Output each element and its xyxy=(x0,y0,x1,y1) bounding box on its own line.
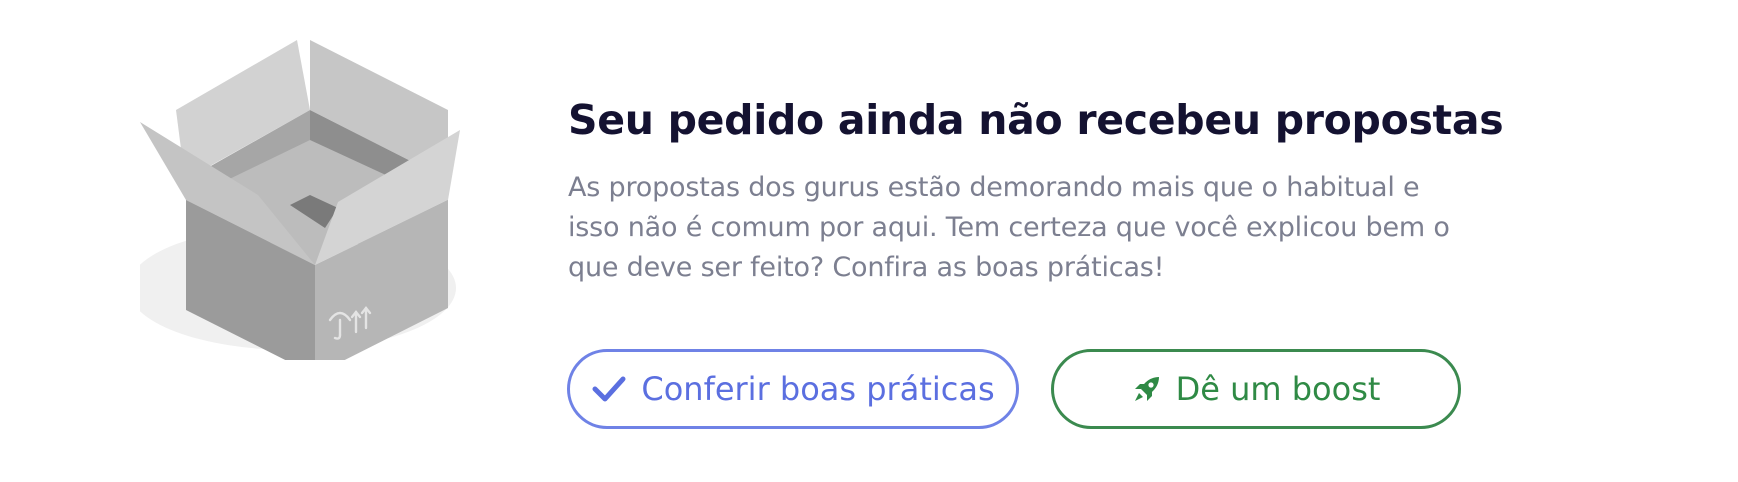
empty-state-panel: Seu pedido ainda não recebeu propostas A… xyxy=(0,0,1738,482)
empty-state-title: Seu pedido ainda não recebeu propostas xyxy=(568,96,1504,144)
empty-state-actions: Conferir boas práticas Dê um boost xyxy=(567,349,1461,429)
check-icon xyxy=(591,375,627,403)
best-practices-button-label: Conferir boas práticas xyxy=(641,370,995,408)
boost-button-label: Dê um boost xyxy=(1175,370,1381,408)
best-practices-button[interactable]: Conferir boas práticas xyxy=(567,349,1019,429)
empty-state-content: Seu pedido ainda não recebeu propostas A… xyxy=(568,92,1504,288)
rocket-icon xyxy=(1132,374,1162,404)
empty-state-description: As propostas dos gurus estão demorando m… xyxy=(568,172,1450,283)
boost-button[interactable]: Dê um boost xyxy=(1051,349,1461,429)
empty-box-illustration xyxy=(128,30,480,375)
